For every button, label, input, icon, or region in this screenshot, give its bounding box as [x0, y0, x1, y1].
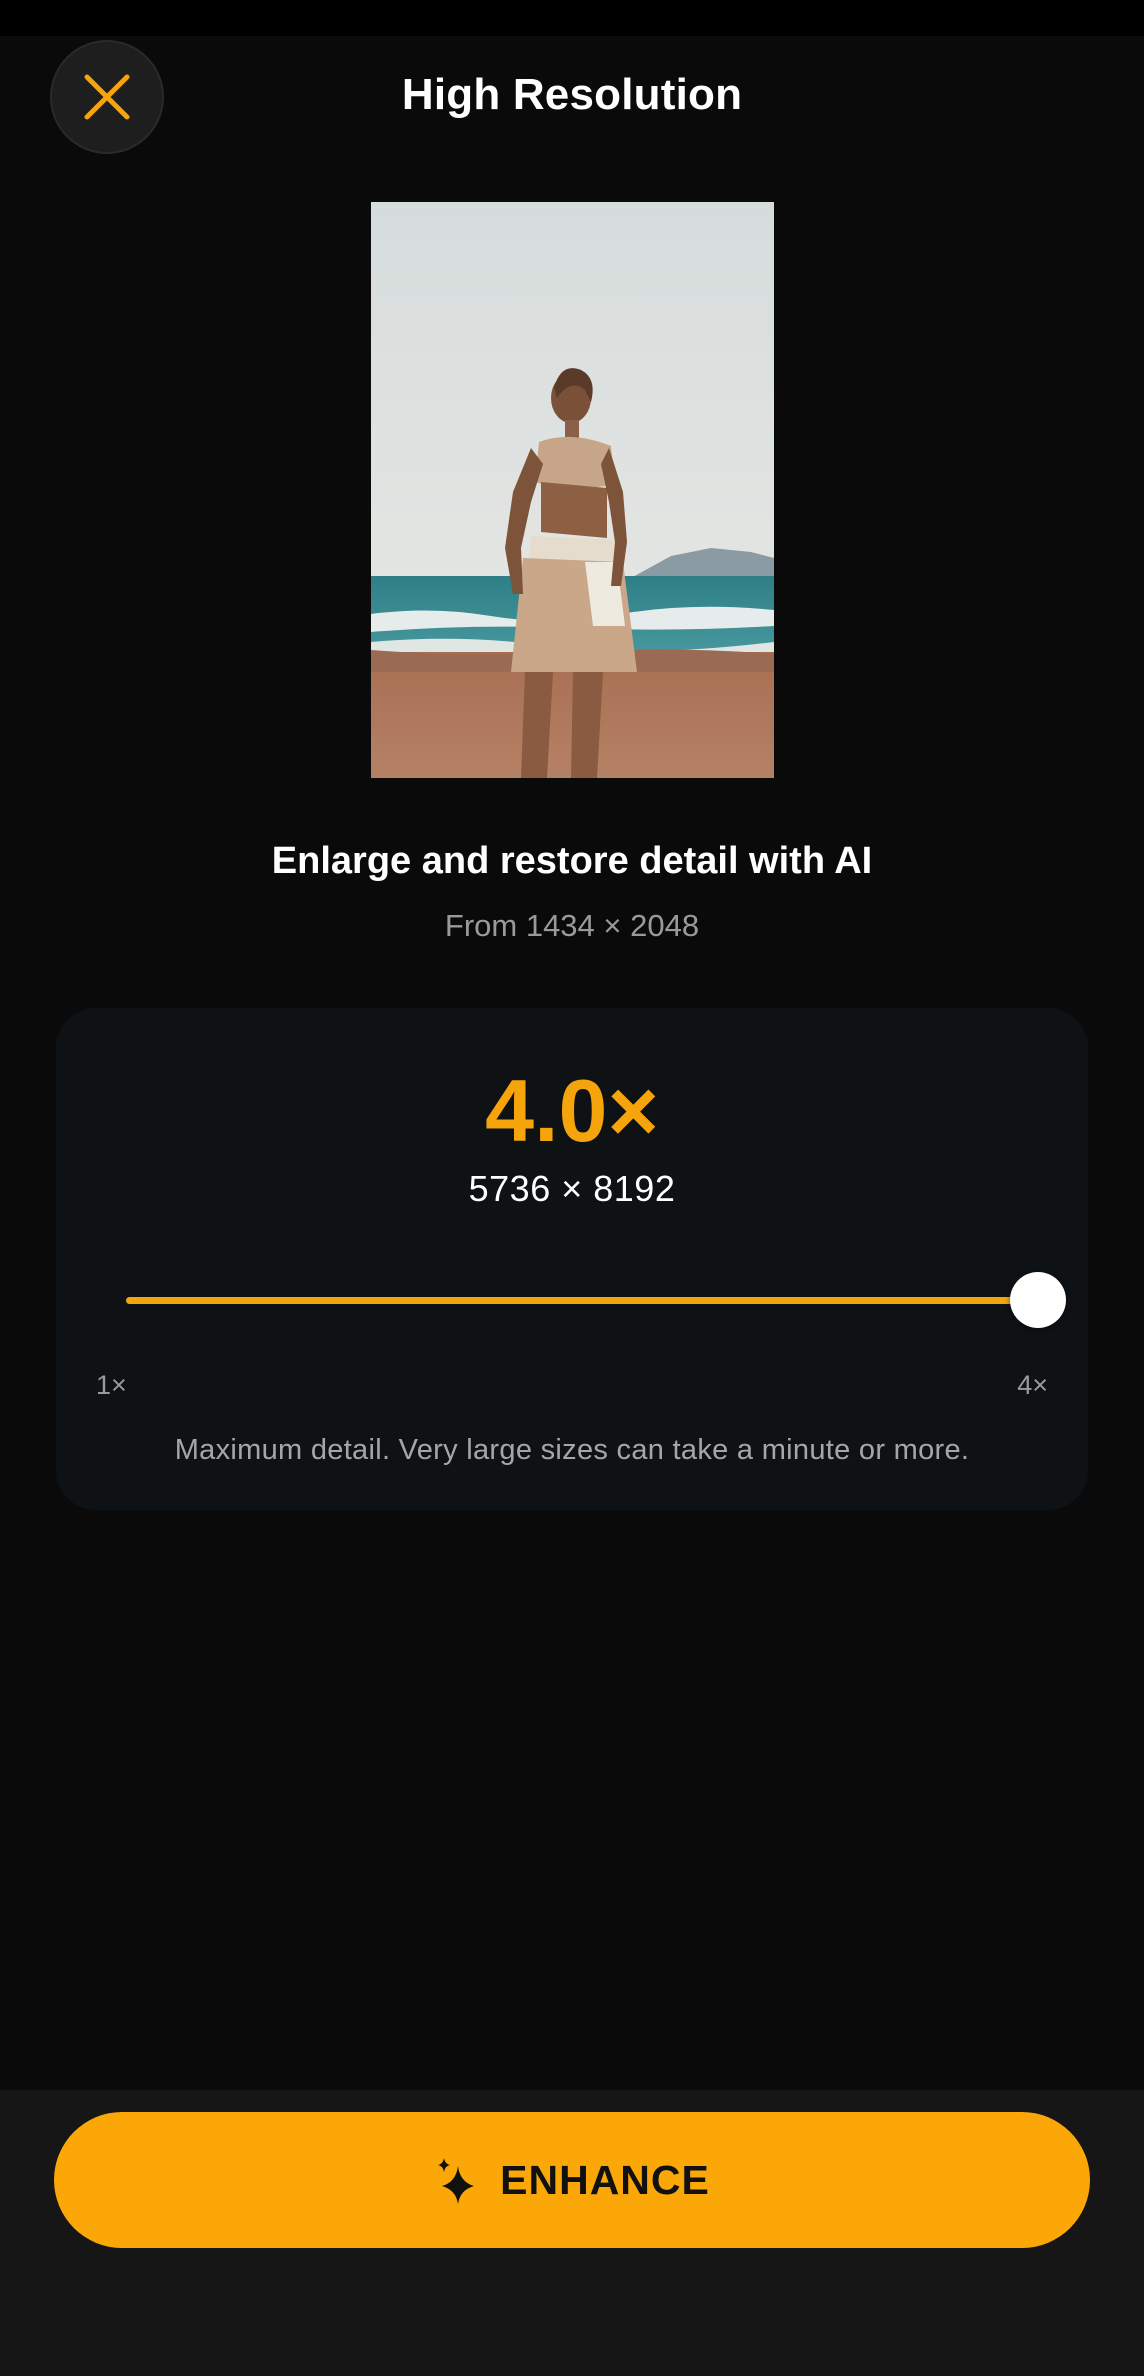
headline: Enlarge and restore detail with AI [271, 840, 873, 882]
scale-value: 4.0× [485, 1061, 659, 1160]
target-size: 5736 × 8192 [468, 1168, 676, 1209]
sparkle-icon [438, 2158, 475, 2204]
scale-slider[interactable] [126, 1270, 1066, 1330]
slider-min-label: 1× [96, 1370, 127, 1400]
source-size: From 1434 × 2048 [444, 908, 700, 943]
beach-photo [371, 202, 774, 778]
enhance-label: ENHANCE [500, 2156, 710, 2203]
slider-fill [126, 1297, 1038, 1304]
status-bar [0, 0, 1144, 36]
screen: High Resolution Enlarge and restore deta… [0, 0, 1144, 2376]
hint-text: Maximum detail. Very large sizes can tak… [174, 1434, 970, 1466]
slider-max-label: 4× [1017, 1370, 1048, 1400]
preview-image [371, 202, 774, 778]
upscale-card: 4.0× 5736 × 8192 1× 4× Maximum detail. V… [56, 1008, 1088, 1510]
slider-thumb[interactable] [1010, 1272, 1066, 1328]
page-title: High Resolution [401, 70, 743, 119]
bottom-bar: ENHANCE [0, 2090, 1144, 2376]
enhance-button[interactable]: ENHANCE [54, 2112, 1090, 2248]
